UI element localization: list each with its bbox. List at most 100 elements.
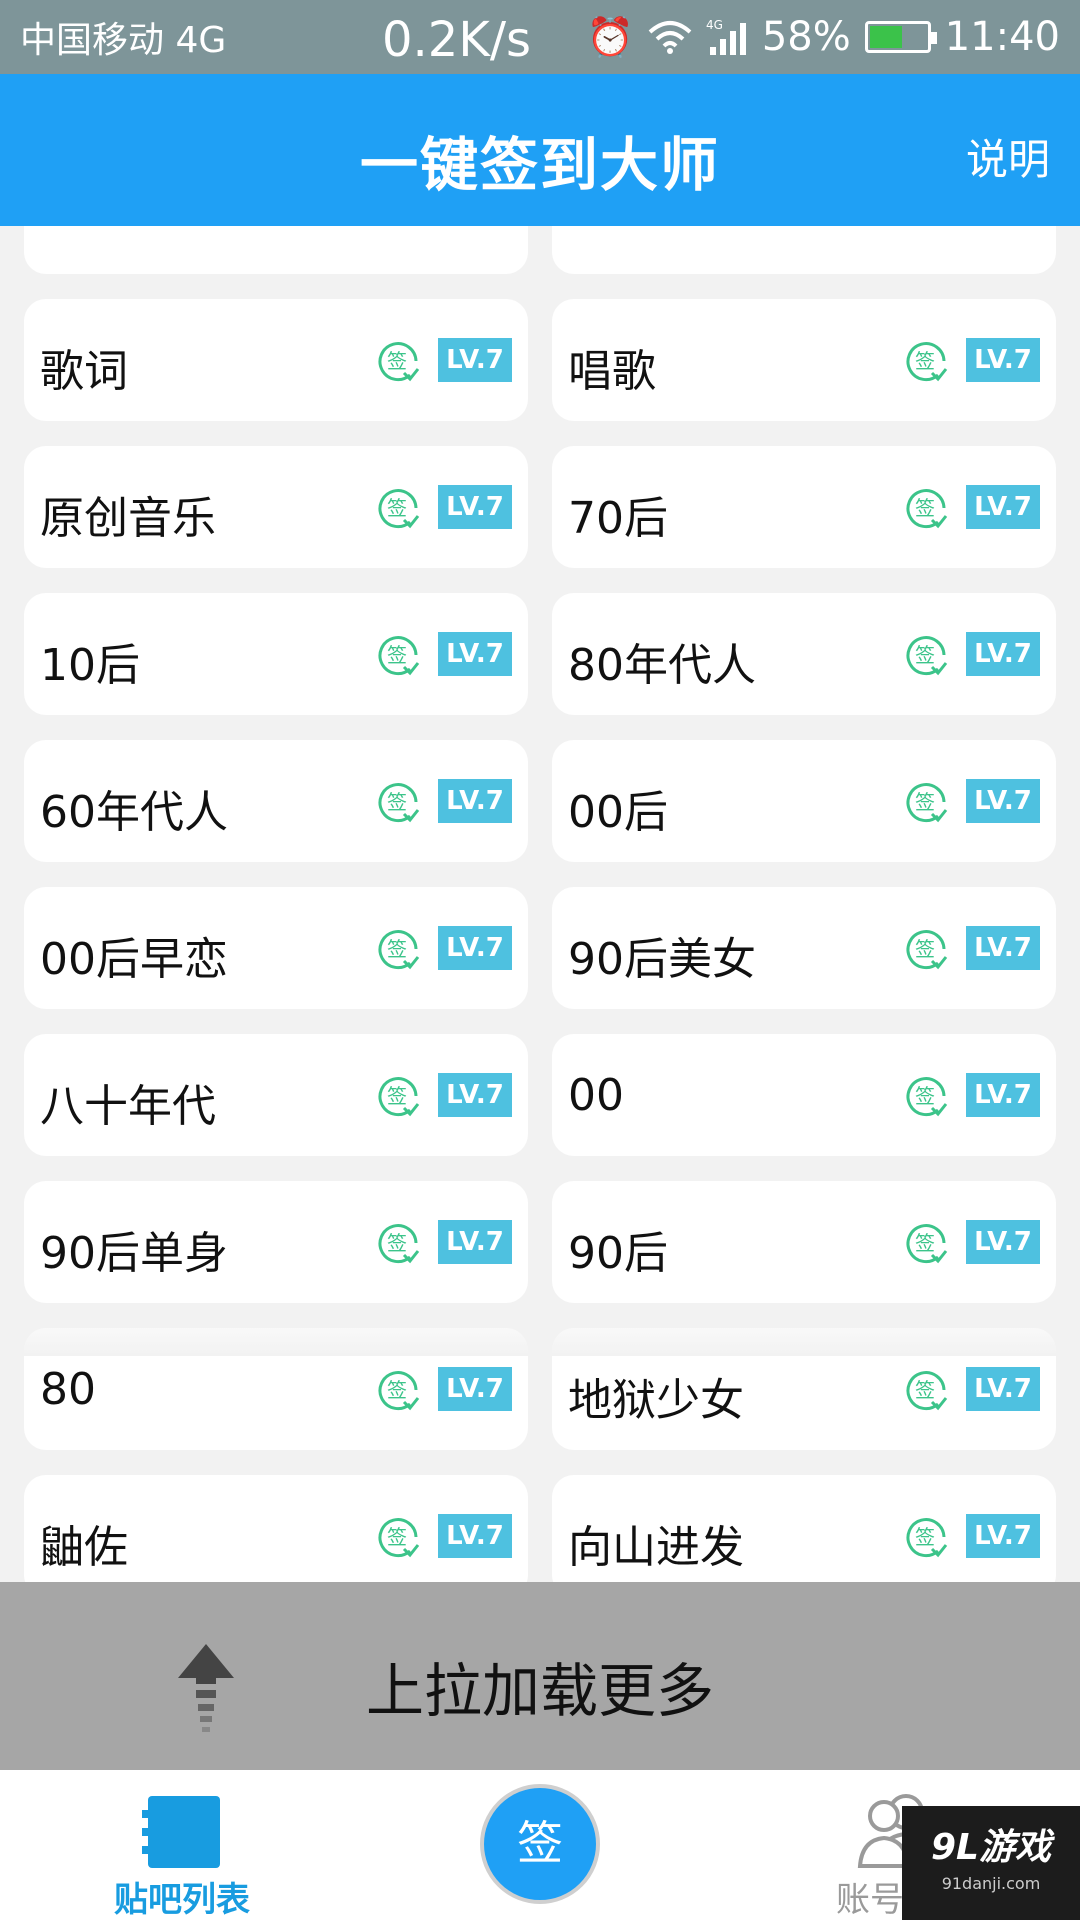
forum-card[interactable]: 90后美女 签 LV.7 (552, 887, 1056, 1009)
forum-card[interactable] (552, 226, 1056, 274)
signed-check-icon: 签 (906, 1077, 948, 1117)
battery-icon (864, 21, 937, 53)
alarm-icon: ⏰ (586, 14, 634, 59)
forum-card[interactable]: 歌词 签 LV.7 (24, 299, 528, 421)
sign-icon-glyph: 签 (915, 937, 935, 961)
wifi-icon (648, 21, 692, 54)
forum-grid[interactable]: 歌词签 LV.7 唱歌签 LV.7 原创音乐签 LV.7 70后签 LV.7 10后签 LV.7 8… (0, 226, 1080, 1582)
sign-icon-glyph: 签 (915, 1378, 935, 1402)
forum-card[interactable]: 00 签 LV.7 (552, 1034, 1056, 1156)
level-badge: LV.7 (438, 1367, 512, 1411)
signed-check-icon: 签 (378, 1224, 420, 1264)
list-fade (0, 1302, 1080, 1356)
forum-card[interactable]: 00后 签 LV.7 (552, 740, 1056, 862)
forum-card[interactable]: 90后 签 LV.7 (552, 1181, 1056, 1303)
app-title: 一键签到大师 (359, 131, 720, 199)
tab-forum-list[interactable]: 贴吧列表 (90, 1770, 280, 1920)
signed-check-icon: 签 (378, 930, 420, 970)
forum-card[interactable]: 鼬佐 签 LV.7 (24, 1475, 528, 1582)
level-badge: LV.7 (966, 1220, 1040, 1264)
forum-name: 60年代人 (40, 787, 228, 838)
sign-icon-glyph: 签 (915, 1525, 935, 1549)
site-watermark-logo: 9L游戏 91danji.com (902, 1806, 1080, 1920)
level-badge: LV.7 (966, 1367, 1040, 1411)
load-more-bar[interactable]: 上拉加载更多 (0, 1582, 1080, 1770)
level-badge: LV.7 (966, 338, 1040, 382)
forum-card[interactable]: 80年代人 签 LV.7 (552, 593, 1056, 715)
forum-name: 歌词 (40, 346, 128, 397)
sign-icon-glyph: 签 (387, 1378, 407, 1402)
help-button[interactable]: 说明 (966, 126, 1050, 187)
forum-card[interactable] (24, 226, 528, 274)
level-badge: LV.7 (966, 779, 1040, 823)
forum-name: 向山进发 (568, 1522, 744, 1573)
forum-card[interactable]: 10后 签 LV.7 (24, 593, 528, 715)
signed-check-icon: 签 (378, 342, 420, 382)
sign-icon-glyph: 签 (387, 1525, 407, 1549)
battery-percent: 58% (761, 14, 851, 60)
forum-name: 80 (40, 1364, 96, 1415)
signed-check-icon: 签 (378, 1077, 420, 1117)
signed-check-icon: 签 (378, 783, 420, 823)
signed-check-icon: 签 (378, 636, 420, 676)
sign-all-button[interactable]: 签 (480, 1784, 600, 1904)
forum-name: 00后 (568, 787, 668, 838)
load-more-text: 上拉加载更多 (365, 1657, 714, 1725)
forum-name: 00后早恋 (40, 934, 228, 985)
forum-card[interactable]: 00后早恋 签 LV.7 (24, 887, 528, 1009)
clock: 11:40 (944, 14, 1060, 60)
sign-icon-glyph: 签 (915, 790, 935, 814)
signed-check-icon: 签 (906, 1518, 948, 1558)
forum-card[interactable]: 60年代人 签 LV.7 (24, 740, 528, 862)
forum-name: 原创音乐 (40, 493, 216, 544)
forum-card[interactable]: 唱歌 签 LV.7 (552, 299, 1056, 421)
sign-icon-glyph: 签 (915, 1084, 935, 1108)
level-badge: LV.7 (438, 632, 512, 676)
app-header: 一键签到大师 说明 (0, 74, 1080, 226)
signed-check-icon: 签 (906, 489, 948, 529)
level-badge: LV.7 (438, 485, 512, 529)
signed-check-icon: 签 (906, 1371, 948, 1411)
forum-card[interactable]: 90后单身 签 LV.7 (24, 1181, 528, 1303)
forum-name: 唱歌 (568, 346, 656, 397)
signed-check-icon: 签 (906, 930, 948, 970)
forum-card[interactable]: 70后 签 LV.7 (552, 446, 1056, 568)
forum-card[interactable]: 向山进发 签 LV.7 (552, 1475, 1056, 1582)
svg-text:4G: 4G (706, 18, 723, 32)
forum-name: 90后美女 (568, 934, 756, 985)
level-badge: LV.7 (438, 1514, 512, 1558)
level-badge: LV.7 (966, 926, 1040, 970)
level-badge: LV.7 (438, 779, 512, 823)
sign-icon-glyph: 签 (915, 496, 935, 520)
signed-check-icon: 签 (906, 636, 948, 676)
forum-name: 八十年代 (40, 1081, 216, 1132)
level-badge: LV.7 (438, 1220, 512, 1264)
level-badge: LV.7 (966, 1514, 1040, 1558)
sign-icon-glyph: 签 (387, 643, 407, 667)
forum-name: 鼬佐 (40, 1522, 128, 1573)
sign-icon-glyph: 签 (387, 349, 407, 373)
level-badge: LV.7 (438, 1073, 512, 1117)
forum-card[interactable]: 八十年代 签 LV.7 (24, 1034, 528, 1156)
signed-check-icon: 签 (906, 342, 948, 382)
level-badge: LV.7 (438, 338, 512, 382)
level-badge: LV.7 (966, 632, 1040, 676)
level-badge: LV.7 (966, 485, 1040, 529)
notebook-icon (142, 1796, 220, 1868)
sign-icon-glyph: 签 (387, 496, 407, 520)
network-speed: 0.2K/s (382, 12, 531, 68)
forum-name: 10后 (40, 640, 140, 691)
sign-icon-glyph: 签 (387, 1231, 407, 1255)
signed-check-icon: 签 (906, 783, 948, 823)
tab-forum-list-label: 贴吧列表 (114, 1880, 250, 1920)
signal-icon: 4G (706, 18, 746, 55)
sign-icon-glyph: 签 (387, 790, 407, 814)
sign-icon-glyph: 签 (387, 1084, 407, 1108)
watermark-sub: 91danji.com (941, 1874, 1041, 1893)
forum-name: 地狱少女 (568, 1375, 744, 1426)
forum-card[interactable]: 原创音乐 签 LV.7 (24, 446, 528, 568)
sign-icon-glyph: 签 (915, 1231, 935, 1255)
forum-name: 80年代人 (568, 640, 756, 691)
sign-icon-glyph: 签 (387, 937, 407, 961)
level-badge: LV.7 (966, 1073, 1040, 1117)
